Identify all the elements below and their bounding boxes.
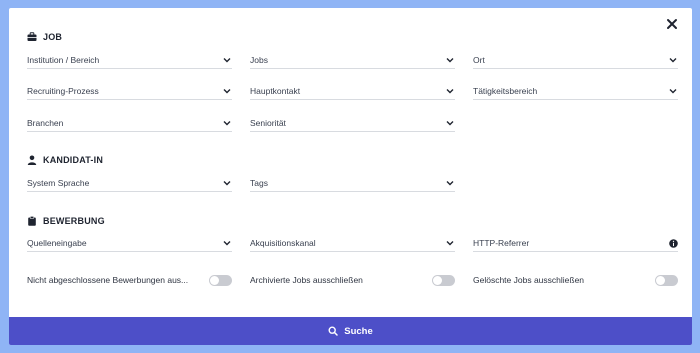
exclude-unfinished-applications-toggle[interactable] — [209, 274, 232, 286]
exclude-archived-jobs-toggle[interactable] — [432, 274, 455, 286]
field-label: Tätigkeitsbereich — [473, 86, 538, 96]
chevron-down-icon — [223, 119, 231, 127]
chevron-down-icon — [669, 56, 677, 64]
toggle-knob — [210, 275, 219, 285]
field-label: Tags — [250, 178, 268, 188]
field-label: HTTP-Referrer — [473, 238, 530, 248]
toggle-row-archived-jobs: Archivierte Jobs ausschließen — [250, 273, 455, 287]
field-label: Ort — [473, 55, 485, 65]
field-label: Institution / Bereich — [27, 55, 100, 65]
chevron-down-icon — [446, 87, 454, 95]
ort-select[interactable]: Ort — [473, 52, 678, 69]
chevron-down-icon — [446, 119, 454, 127]
institution-bereich-select[interactable]: Institution / Bereich — [27, 52, 232, 69]
close-icon[interactable] — [664, 16, 680, 32]
field-label: Branchen — [27, 118, 64, 128]
toggle-label: Nicht abgeschlossene Bewerbungen aus... — [27, 275, 189, 285]
exclude-deleted-jobs-toggle[interactable] — [655, 274, 678, 286]
chevron-down-icon — [223, 239, 231, 247]
chevron-down-icon — [223, 87, 231, 95]
search-button-label: Suche — [344, 325, 373, 337]
akquisitionskanal-select[interactable]: Akquisitionskanal — [250, 235, 455, 252]
toggle-row-unfinished-applications: Nicht abgeschlossene Bewerbungen aus... — [27, 273, 232, 287]
toggle-row-deleted-jobs: Gelöschte Jobs ausschließen — [473, 273, 678, 287]
taetigkeitsbereich-select[interactable]: Tätigkeitsbereich — [473, 83, 678, 100]
chevron-down-icon — [446, 239, 454, 247]
filter-modal: JOB Institution / Bereich Jobs Ort Recru… — [9, 8, 692, 345]
field-label: Jobs — [250, 55, 268, 65]
section-kandidat-title: KANDIDAT-IN — [27, 155, 103, 165]
search-button[interactable]: Suche — [9, 317, 692, 345]
http-referrer-input[interactable]: HTTP-Referrer — [473, 235, 678, 252]
chevron-down-icon — [446, 56, 454, 64]
field-label: Quelleneingabe — [27, 238, 87, 248]
field-label: Akquisitionskanal — [250, 238, 316, 248]
section-job-title: JOB — [27, 32, 62, 42]
chevron-down-icon — [223, 179, 231, 187]
branchen-select[interactable]: Branchen — [27, 115, 232, 132]
clipboard-icon — [27, 216, 37, 226]
toggle-label: Archivierte Jobs ausschließen — [250, 275, 363, 285]
toggle-knob — [656, 275, 665, 285]
field-label: Recruiting-Prozess — [27, 86, 99, 96]
recruiting-prozess-select[interactable]: Recruiting-Prozess — [27, 83, 232, 100]
jobs-select[interactable]: Jobs — [250, 52, 455, 69]
field-label: System Sprache — [27, 178, 90, 188]
field-label: Hauptkontakt — [250, 86, 301, 96]
section-bewerbung-title: BEWERBUNG — [27, 216, 105, 226]
search-icon — [328, 326, 338, 336]
briefcase-icon — [27, 32, 37, 42]
info-icon[interactable] — [669, 238, 678, 248]
quelleneingabe-select[interactable]: Quelleneingabe — [27, 235, 232, 252]
toggle-knob — [433, 275, 442, 285]
person-icon — [27, 155, 37, 165]
field-label: Seniorität — [250, 118, 286, 128]
chevron-down-icon — [223, 56, 231, 64]
hauptkontakt-select[interactable]: Hauptkontakt — [250, 83, 455, 100]
chevron-down-icon — [669, 87, 677, 95]
senioritaet-select[interactable]: Seniorität — [250, 115, 455, 132]
system-sprache-select[interactable]: System Sprache — [27, 175, 232, 192]
chevron-down-icon — [446, 179, 454, 187]
tags-select[interactable]: Tags — [250, 175, 455, 192]
toggle-label: Gelöschte Jobs ausschließen — [473, 275, 585, 285]
